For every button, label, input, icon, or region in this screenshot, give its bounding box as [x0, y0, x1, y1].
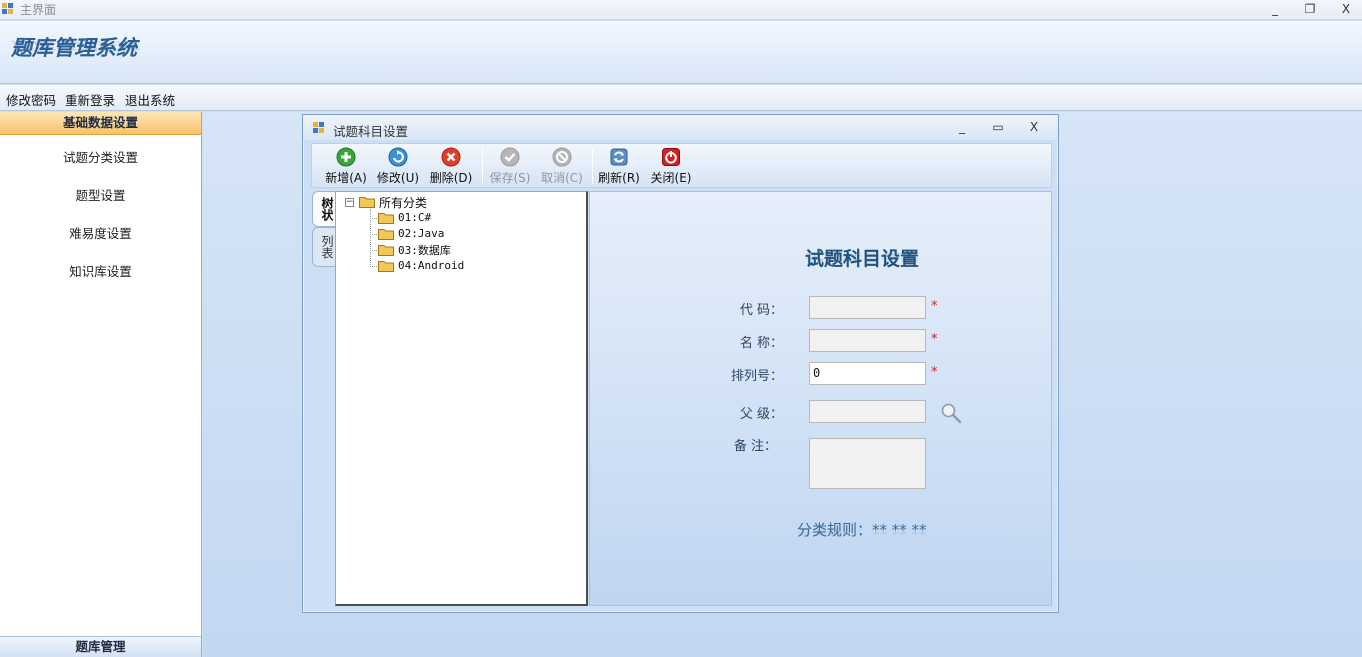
tree-node-database[interactable]: 03:数据库 [398, 242, 451, 258]
close-window-button[interactable]: 关闭(E) [649, 147, 693, 187]
window-title: 主界面 [20, 3, 57, 17]
maximize-button[interactable]: ❐ [1295, 0, 1325, 18]
tree-line [370, 234, 377, 235]
header-banner: 题库管理系统 题库管理系统 [0, 21, 1362, 84]
sidebar: 基础数据设置 试题分类设置 题型设置 难易度设置 知识库设置 题库管理 [0, 112, 202, 657]
main-title-bar: 主界面 _ ❐ X [0, 0, 1362, 20]
app-icon [2, 3, 13, 14]
delete-button[interactable]: 删除(D) [429, 147, 473, 187]
menu-exit[interactable]: 退出系统 [125, 90, 175, 109]
child-title-bar: 试题科目设置 _ ▭ X [303, 115, 1058, 140]
delete-icon [441, 147, 461, 167]
search-icon[interactable] [940, 402, 962, 424]
parent-label: 父 级： [739, 407, 783, 422]
tree-line [370, 218, 377, 219]
sidebar-footer-question-bank[interactable]: 题库管理 [0, 636, 201, 657]
name-label: 名 称： [739, 336, 783, 351]
code-input[interactable] [809, 296, 926, 319]
minimize-button[interactable]: _ [1260, 0, 1290, 18]
subject-settings-window: 试题科目设置 _ ▭ X 新增(A) 修改(U) 删除(D) 保存(S) 取消(… [302, 114, 1059, 613]
sidebar-item-knowledge-base[interactable]: 知识库设置 [0, 261, 201, 280]
name-input[interactable] [809, 329, 926, 352]
category-tree: − 所有分类 01:C# 02:Java 03:数据库 04:Android [335, 191, 588, 606]
edit-button[interactable]: 修改(U) [376, 147, 420, 187]
add-button[interactable]: 新增(A) [324, 147, 368, 187]
form-title-reflection: 试题科目设置 [805, 251, 920, 262]
cancel-icon [552, 147, 572, 167]
sidebar-item-difficulty[interactable]: 难易度设置 [0, 223, 201, 242]
menu-bar: 修改密码 重新登录 退出系统 [0, 85, 1362, 111]
power-icon [662, 148, 680, 166]
toolbar: 新增(A) 修改(U) 删除(D) 保存(S) 取消(C) 刷新(R) 关闭(E… [311, 143, 1052, 188]
refresh-button[interactable]: 刷新(R) [598, 147, 640, 187]
required-mark: * [931, 299, 938, 314]
parent-input[interactable] [809, 400, 926, 423]
tree-line [370, 266, 377, 267]
app-logo-reflection: 题库管理系统 [11, 38, 137, 53]
child-close-button[interactable]: X [1023, 119, 1045, 135]
sidebar-item-category[interactable]: 试题分类设置 [0, 147, 201, 166]
folder-icon [378, 229, 394, 240]
menu-relogin[interactable]: 重新登录 [65, 90, 115, 109]
toolbar-separator [482, 148, 483, 184]
required-mark: * [931, 365, 938, 380]
category-rule-reflection: 分类规则：** ** ** [797, 527, 927, 536]
child-window-title: 试题科目设置 [333, 124, 409, 139]
order-label: 排列号： [730, 369, 783, 384]
sidebar-item-question-type[interactable]: 题型设置 [0, 185, 201, 204]
refresh-icon [610, 148, 628, 166]
edit-icon [388, 147, 408, 167]
folder-icon [378, 213, 394, 224]
tab-list-view[interactable]: 列表 [312, 227, 336, 267]
tree-node-java[interactable]: 02:Java [398, 227, 444, 240]
tree-line [370, 250, 377, 251]
collapse-toggle[interactable]: − [345, 198, 354, 207]
detail-form: 试题科目设置 试题科目设置 代 码： * 名 称： * 排列号： 0 * 父 级… [589, 191, 1052, 606]
remark-textarea[interactable] [809, 438, 926, 489]
window-icon [313, 122, 324, 133]
code-label: 代 码： [739, 303, 783, 318]
save-button[interactable]: 保存(S) [488, 147, 532, 187]
folder-icon [378, 245, 394, 256]
child-minimize-button[interactable]: _ [951, 119, 973, 135]
toolbar-separator [592, 148, 593, 184]
required-mark: * [931, 332, 938, 347]
cancel-button[interactable]: 取消(C) [540, 147, 584, 187]
sidebar-header-basic-data[interactable]: 基础数据设置 [0, 112, 201, 135]
add-icon [336, 147, 356, 167]
tree-node-csharp[interactable]: 01:C# [398, 211, 431, 224]
folder-icon [359, 197, 375, 208]
menu-change-password[interactable]: 修改密码 [6, 90, 56, 109]
tree-node-android[interactable]: 04:Android [398, 259, 464, 272]
tab-tree-view[interactable]: 树状 [312, 191, 336, 227]
tree-node-root[interactable]: 所有分类 [379, 194, 427, 211]
checkmark-icon [500, 147, 520, 167]
remark-label: 备 注： [733, 439, 777, 454]
close-button[interactable]: X [1331, 0, 1361, 18]
order-input[interactable]: 0 [809, 362, 926, 385]
folder-icon [378, 261, 394, 272]
child-maximize-button[interactable]: ▭ [987, 119, 1009, 135]
